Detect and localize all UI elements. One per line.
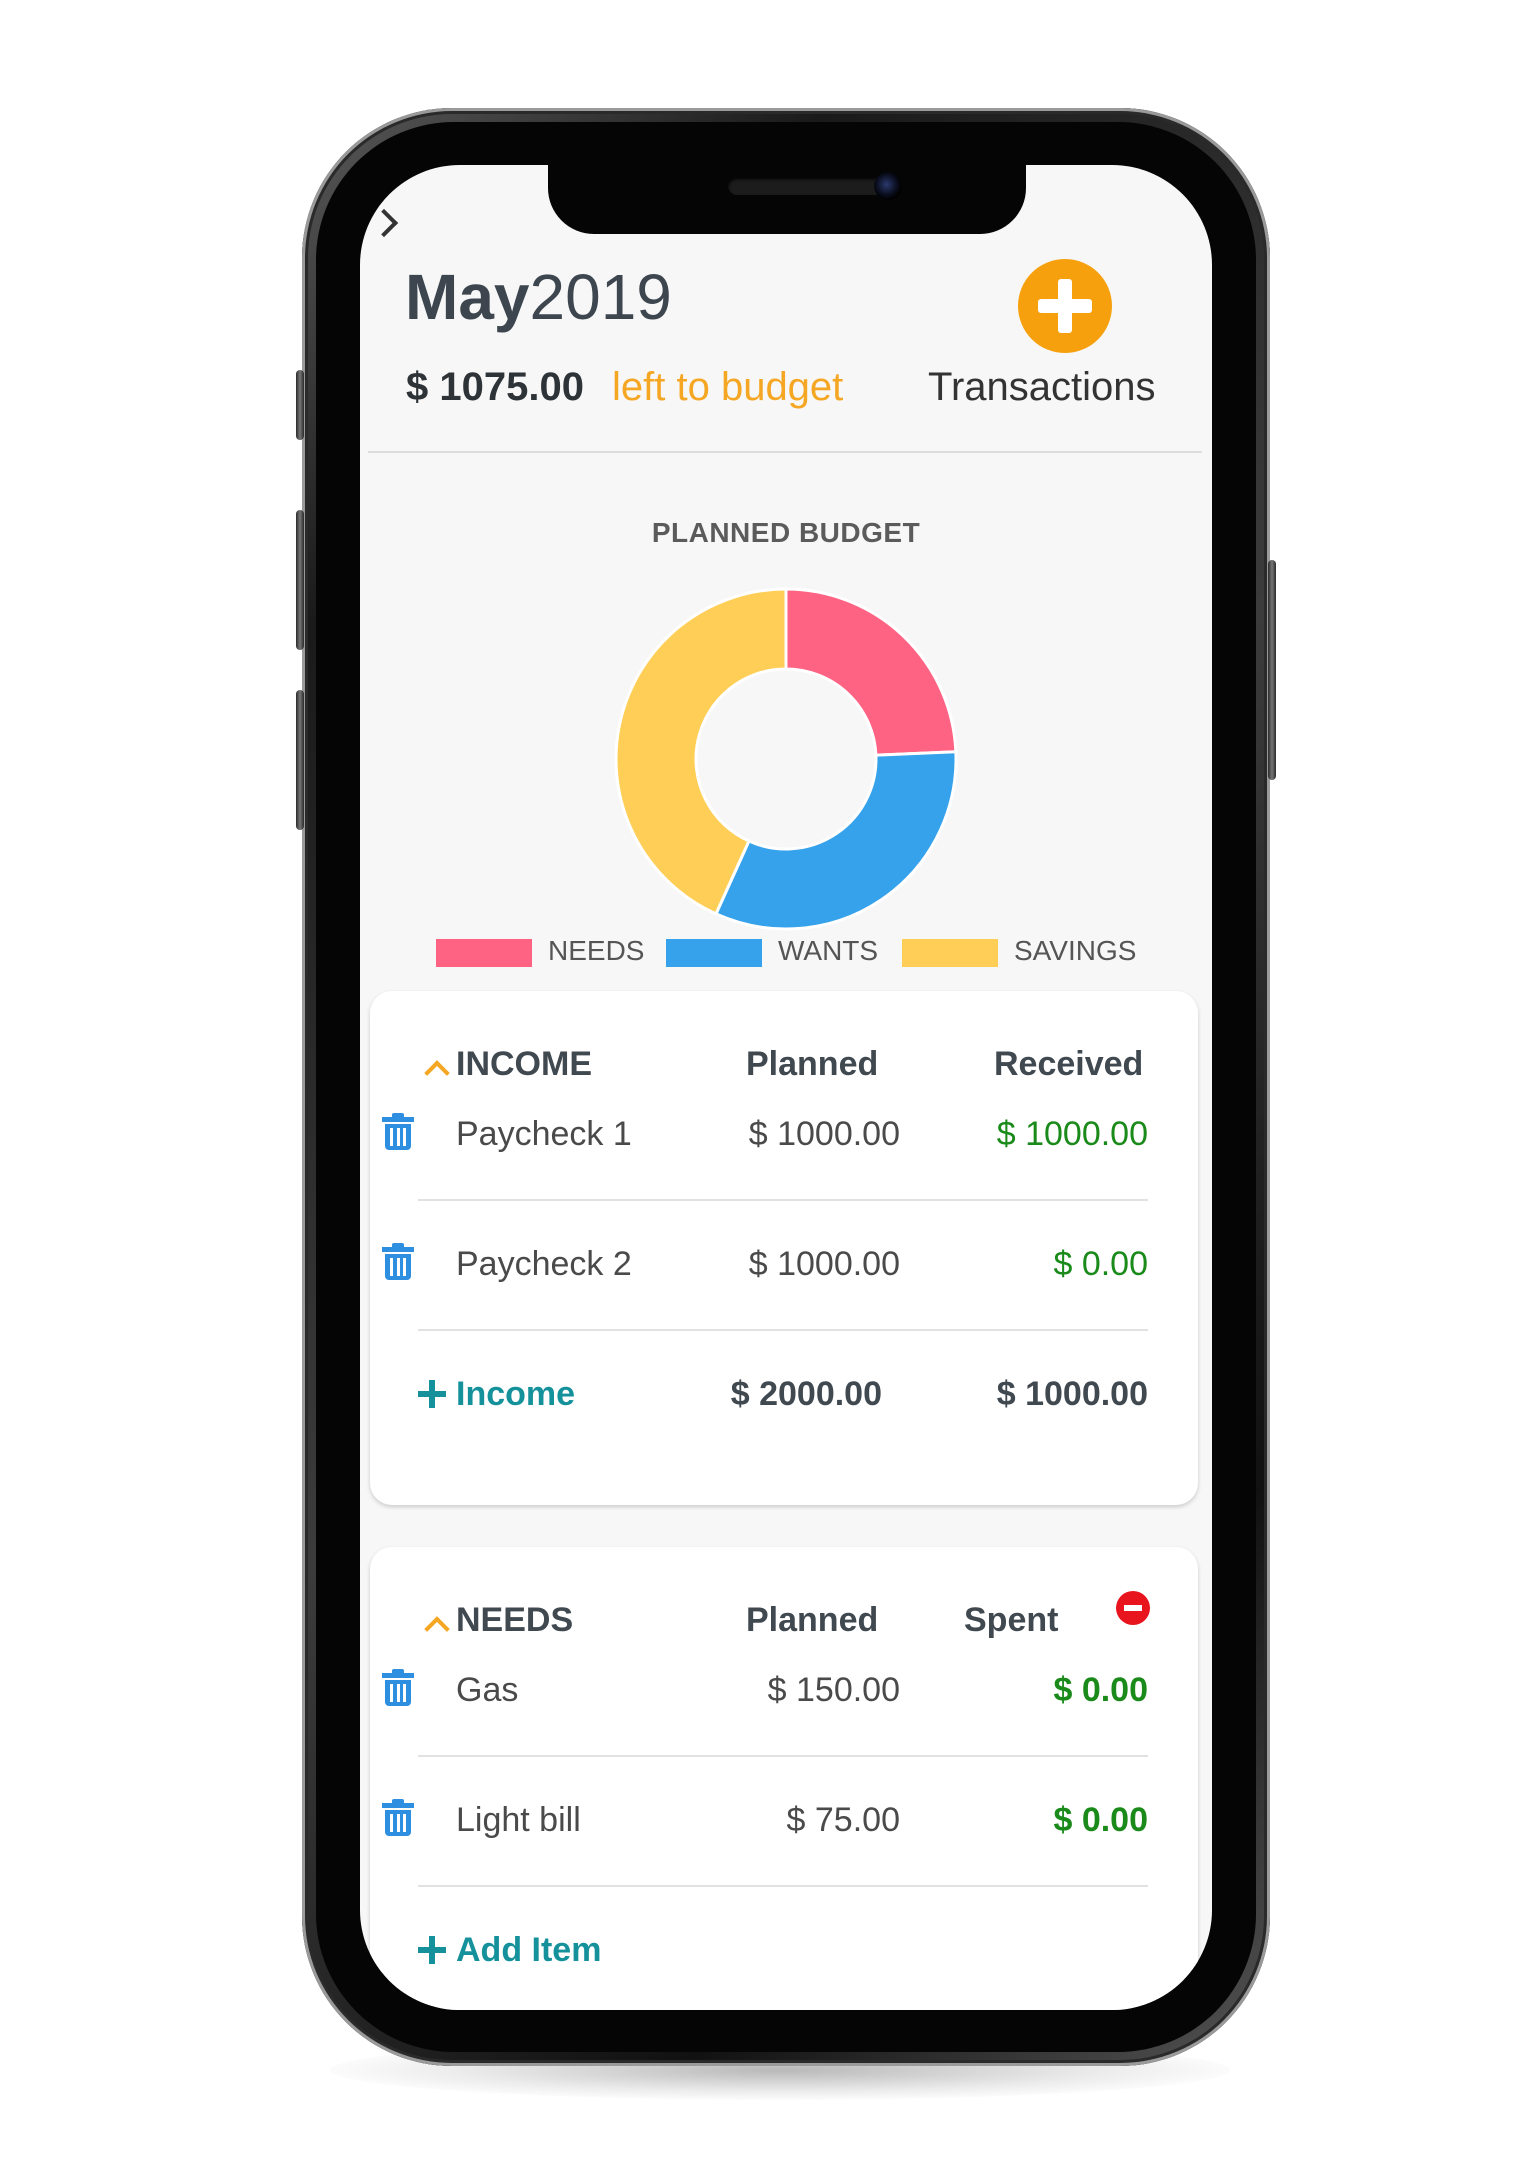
income-row-planned[interactable]: $ 1000.00 [749, 1245, 900, 1284]
row-divider [418, 1755, 1148, 1757]
volume-up-button [296, 510, 304, 650]
row-divider [418, 1199, 1148, 1201]
mute-switch [296, 370, 304, 440]
plus-icon[interactable] [418, 1936, 446, 1964]
legend-swatch-wants[interactable] [666, 939, 762, 967]
trash-icon[interactable] [382, 1799, 414, 1837]
legend-label-savings[interactable]: SAVINGS [1014, 935, 1136, 967]
needs-row-planned[interactable]: $ 75.00 [787, 1801, 900, 1840]
legend-swatch-savings[interactable] [902, 939, 998, 967]
trash-icon[interactable] [382, 1669, 414, 1707]
remove-category-button[interactable] [1116, 1591, 1150, 1625]
donut-slice-wants[interactable] [713, 750, 958, 931]
needs-spent-header: Spent [964, 1601, 1059, 1639]
income-row-name[interactable]: Paycheck 1 [456, 1115, 632, 1154]
speaker-grille [728, 177, 888, 195]
income-planned-header: Planned [746, 1045, 879, 1083]
trash-icon[interactable] [382, 1243, 414, 1281]
transactions-label[interactable]: Transactions [928, 365, 1156, 410]
chevron-up-icon[interactable] [424, 1616, 450, 1642]
trash-icon[interactable] [382, 1113, 414, 1151]
income-row-name[interactable]: Paycheck 2 [456, 1245, 632, 1284]
donut-slice-needs[interactable] [784, 587, 958, 757]
needs-row-spent: $ 0.00 [1053, 1801, 1148, 1839]
phone-notch [548, 160, 1026, 234]
planned-budget-donut-chart [614, 587, 958, 931]
power-button [1268, 560, 1276, 780]
needs-card: NEEDS Planned Spent Gas $ 150.00 $ 0.00 … [370, 1547, 1198, 2010]
header-divider [368, 451, 1202, 453]
needs-row-name[interactable]: Light bill [456, 1801, 581, 1840]
needs-planned-header: Planned [746, 1601, 879, 1639]
income-row-planned[interactable]: $ 1000.00 [749, 1115, 900, 1154]
row-divider [418, 1885, 1148, 1887]
income-card: INCOME Planned Received Paycheck 1 $ 100… [370, 991, 1198, 1505]
income-received-header: Received [994, 1045, 1144, 1083]
legend-label-needs[interactable]: NEEDS [548, 935, 644, 967]
row-divider [418, 1329, 1148, 1331]
month-title: May2019 [405, 261, 672, 333]
chart-legend: NEEDS WANTS SAVINGS [360, 935, 1212, 975]
chevron-up-icon[interactable] [424, 1060, 450, 1086]
income-title: INCOME [456, 1045, 592, 1083]
legend-label-wants[interactable]: WANTS [778, 935, 878, 967]
left-to-budget-label: left to budget [612, 365, 844, 409]
left-to-budget-amount: $ 1075.00 [406, 365, 584, 409]
add-transaction-button[interactable] [1018, 259, 1112, 353]
income-row-received[interactable]: $ 1000.00 [997, 1115, 1148, 1154]
volume-down-button [296, 690, 304, 830]
needs-row-spent: $ 0.00 [1053, 1671, 1148, 1709]
chart-title: PLANNED BUDGET [651, 517, 921, 548]
chevron-right-icon[interactable] [369, 208, 399, 238]
plus-icon[interactable] [418, 1380, 446, 1408]
needs-title: NEEDS [456, 1601, 574, 1639]
income-total-planned: $ 2000.00 [730, 1375, 882, 1413]
income-total-received: $ 1000.00 [996, 1375, 1148, 1413]
needs-row-planned[interactable]: $ 150.00 [768, 1671, 900, 1710]
add-item-button[interactable]: Add Item [456, 1931, 601, 1970]
app-screen: May2019 $ 1075.00 left to budget Transac… [360, 165, 1212, 2010]
legend-swatch-needs[interactable] [436, 939, 532, 967]
needs-row-name[interactable]: Gas [456, 1671, 518, 1710]
income-row-received[interactable]: $ 0.00 [1053, 1245, 1148, 1284]
front-camera [874, 172, 902, 200]
add-income-button[interactable]: Income [456, 1375, 575, 1414]
